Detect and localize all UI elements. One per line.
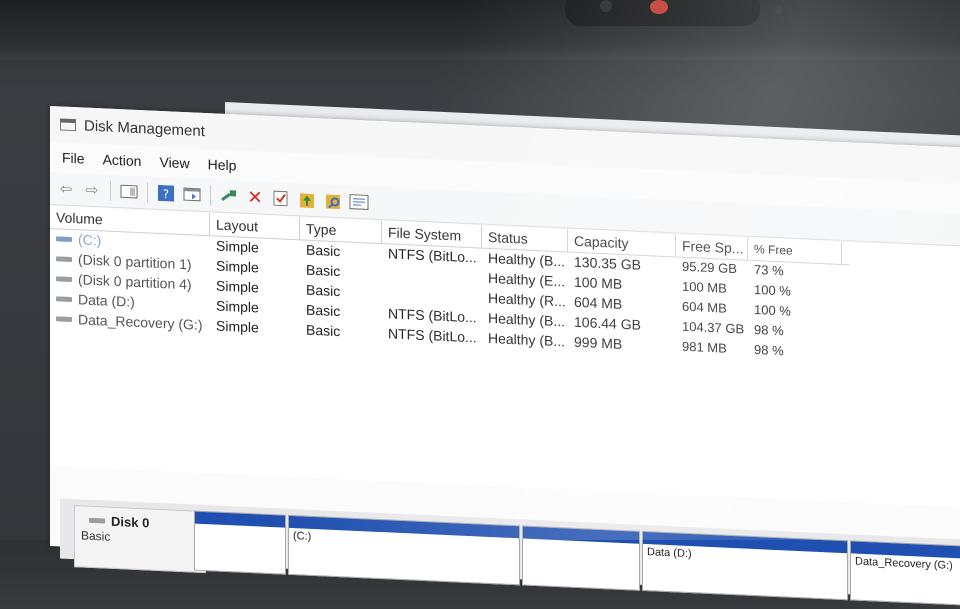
svg-text:?: ? bbox=[163, 187, 169, 201]
partition-block[interactable] bbox=[522, 525, 640, 591]
webcam-lens bbox=[600, 0, 612, 12]
up-folder-icon[interactable] bbox=[297, 189, 317, 210]
disk-management-window: Disk Management File Action View Help ⇦ … bbox=[50, 106, 960, 607]
volume-icon bbox=[56, 255, 72, 262]
volume-list: Volume Layout Type File System Status Ca… bbox=[50, 206, 960, 509]
cell-layout: Simple bbox=[216, 317, 259, 336]
webcam-sensor bbox=[775, 6, 783, 14]
back-arrow-icon[interactable]: ⇦ bbox=[56, 178, 76, 199]
disk-type: Basic bbox=[81, 528, 111, 544]
menu-action[interactable]: Action bbox=[103, 151, 142, 169]
menu-view[interactable]: View bbox=[159, 154, 189, 171]
search-folder-icon[interactable] bbox=[323, 190, 343, 211]
toolbar-separator bbox=[210, 185, 211, 206]
properties-icon[interactable] bbox=[182, 184, 202, 205]
disk-name: Disk 0 bbox=[111, 513, 150, 531]
delete-icon[interactable]: ✕ bbox=[245, 186, 265, 208]
volume-icon bbox=[56, 235, 72, 242]
volume-icon bbox=[56, 315, 72, 322]
disk-icon bbox=[89, 517, 105, 524]
cell-status: Healthy (B... bbox=[488, 329, 566, 350]
partition-block-d[interactable]: Data (D:) bbox=[642, 530, 848, 601]
column-header-free-space[interactable]: Free Sp... bbox=[676, 234, 748, 260]
volume-label: Data_Recovery (G:) bbox=[78, 311, 203, 333]
window-title: Disk Management bbox=[84, 117, 205, 140]
menu-file[interactable]: File bbox=[62, 150, 85, 167]
partition-block-c[interactable]: (C:) bbox=[288, 514, 520, 586]
toolbar-separator bbox=[110, 180, 111, 201]
console-tree-icon[interactable] bbox=[119, 181, 139, 202]
disk-0-label[interactable]: Disk 0 Basic bbox=[74, 505, 206, 574]
webcam-indicator-light bbox=[650, 0, 668, 14]
forward-arrow-icon[interactable]: ⇨ bbox=[82, 179, 102, 200]
menu-help[interactable]: Help bbox=[208, 156, 237, 173]
volume-icon bbox=[56, 275, 72, 282]
partition-block[interactable] bbox=[194, 510, 286, 575]
cell-percent-free: 98 % bbox=[754, 341, 784, 359]
disk-map: Disk 0 Basic (C:) Data (D:) Data_Recover… bbox=[60, 498, 960, 607]
laptop-bezel bbox=[0, 0, 960, 60]
volume-label: Data (D:) bbox=[78, 291, 135, 310]
connect-icon[interactable] bbox=[219, 186, 239, 207]
volume-label: (C:) bbox=[78, 231, 102, 249]
cell-capacity: 999 MB bbox=[574, 333, 623, 352]
partition-block-g[interactable]: Data_Recovery (G:) bbox=[850, 540, 960, 607]
cell-free-space: 981 MB bbox=[682, 338, 727, 356]
help-icon[interactable]: ? bbox=[156, 183, 176, 204]
toolbar-separator bbox=[147, 182, 148, 203]
cell-type: Basic bbox=[306, 321, 341, 340]
disk-management-app-icon bbox=[60, 118, 76, 132]
volume-icon bbox=[56, 295, 72, 302]
check-icon[interactable] bbox=[271, 188, 291, 209]
list-view-icon[interactable] bbox=[349, 192, 369, 213]
cell-file-system: NTFS (BitLo... bbox=[388, 325, 477, 346]
